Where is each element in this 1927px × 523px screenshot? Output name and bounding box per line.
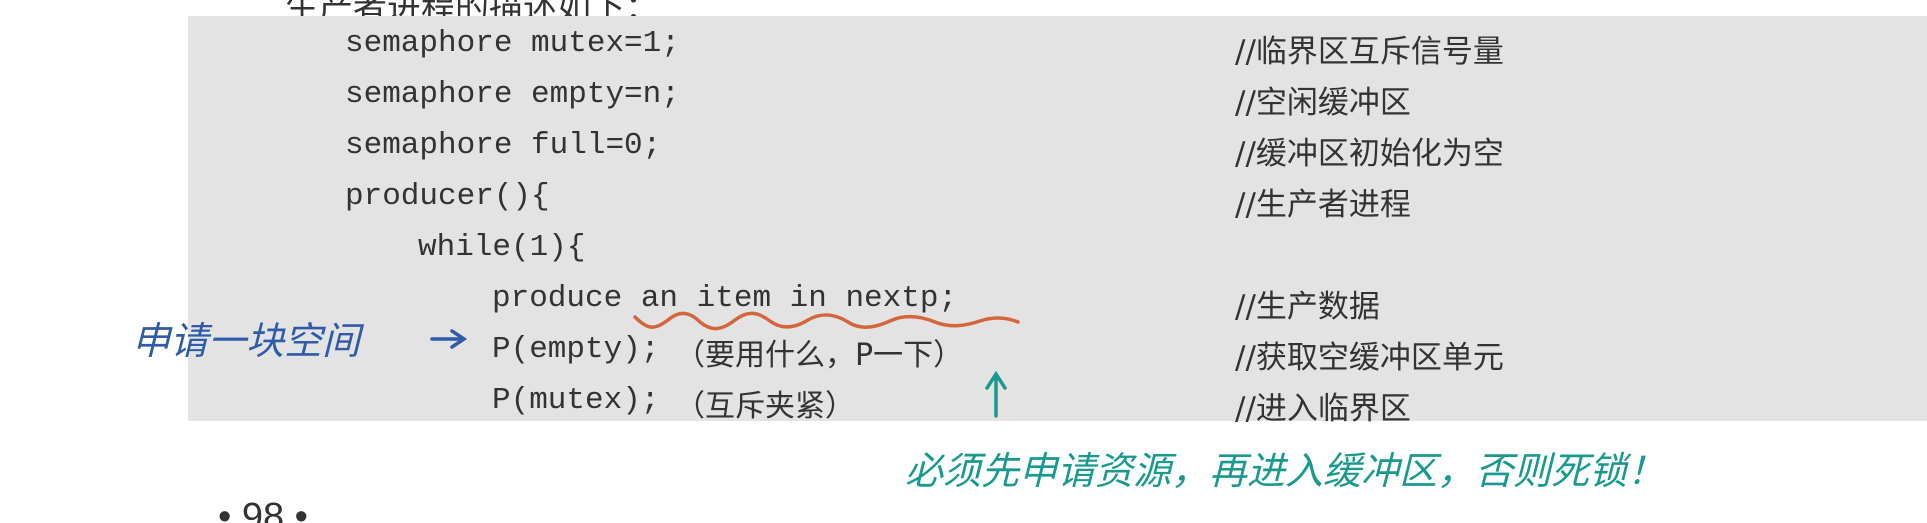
orange-squiggle-underline <box>633 311 1020 331</box>
teal-up-arrow-icon <box>985 370 1007 418</box>
blue-arrow-icon <box>430 329 468 349</box>
page-number: • 98 • <box>218 496 308 523</box>
ink-overlay <box>430 311 1020 418</box>
